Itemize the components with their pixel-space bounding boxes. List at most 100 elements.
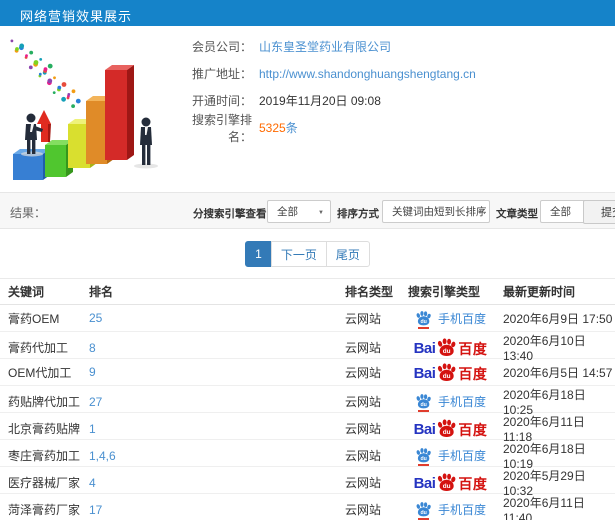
update-time-cell: 2020年6月5日 14:57: [503, 365, 613, 380]
engine-cell: du 手机百度: [403, 447, 498, 466]
keyword-cell: 膏药代加工: [8, 341, 69, 355]
baidu-paw-du-text: du: [443, 348, 451, 355]
mobile-baidu-du-text: du: [420, 318, 426, 324]
table-row: 药贴牌代加工 27 云网站 du 手机百度 2020年6月18日 10:25: [0, 386, 615, 417]
engine-cell: du 手机百度: [403, 393, 498, 412]
rank-link[interactable]: 17: [89, 503, 102, 517]
keyword-cell: 枣庄膏药加工: [8, 449, 81, 463]
ranking-count-number: 5325: [259, 121, 286, 135]
baidu-logo-bai-text: Bai: [413, 475, 436, 492]
rank-type-cell: 云网站: [345, 422, 382, 436]
rank-type-cell: 云网站: [345, 365, 382, 380]
baidu-logo-cn-text: 百度: [458, 341, 488, 357]
promo-url-link[interactable]: http://www.shandonghuangshengtang.cn: [259, 67, 476, 81]
marketing-dashboard: 网络营销效果展示 会员公司： 山东皇圣堂药业有限公司 推广地址： http://…: [0, 0, 615, 520]
col-rank-type: 排名类型: [345, 285, 394, 299]
rank-link[interactable]: 1: [89, 422, 96, 436]
mobile-baidu-icon: du: [415, 310, 432, 329]
rank-link[interactable]: 25: [89, 311, 102, 325]
sort-filter-value: 关键词由短到长排序: [392, 206, 487, 218]
results-table-header: 关键词 排名 排名类型 搜索引擎类型 最新更新时间: [0, 278, 615, 305]
update-time-cell: 2020年6月10日 13:40: [503, 334, 586, 363]
up-arrow: [37, 110, 51, 142]
baidu-paw-icon: du: [438, 338, 456, 356]
result-label: 结果：: [10, 206, 47, 220]
top-title-bar: 网络营销效果展示: [0, 0, 615, 26]
next-page-button[interactable]: 下一页: [270, 241, 327, 267]
sort-filter-label: 排序方式: [337, 208, 379, 220]
table-row: 菏泽膏药厂家 17 云网站 du 手机百度 2020年6月11日 11:40: [0, 494, 615, 520]
baidu-paw-icon: du: [438, 473, 456, 491]
results-table: 关键词 排名 排名类型 搜索引擎类型 最新更新时间 膏药OEM 25 云网站 d…: [0, 278, 615, 520]
baidu-logo: Bai du 百度: [414, 473, 488, 492]
rank-type-cell: 云网站: [345, 449, 382, 463]
col-engine-type: 搜索引擎类型: [408, 285, 481, 299]
open-time-label: 开通时间：: [191, 94, 252, 108]
rank-cell: 1,4,6: [89, 447, 345, 465]
baidu-logo-cn-text: 百度: [458, 365, 488, 382]
baidu-logo: Bai du 百度: [414, 419, 488, 438]
promo-url-label: 推广地址：: [191, 67, 252, 81]
company-label: 会员公司：: [191, 40, 252, 54]
engine-cell: Bai du 百度: [403, 473, 498, 492]
mobile-baidu-underline: [417, 410, 429, 412]
open-time-value: 2019年11月20日 09:08: [259, 94, 381, 108]
submit-button[interactable]: 提交: [583, 200, 615, 224]
info-row-url: 推广地址： http://www.shandonghuangshengtang.…: [180, 60, 600, 87]
engine-cell: Bai du 百度: [403, 338, 498, 357]
rank-type-cell: 云网站: [345, 341, 382, 355]
rank-cell: 25: [89, 309, 345, 327]
rank-link[interactable]: 1,4,6: [89, 449, 116, 463]
filter-bar: 结果： 分搜索引擎查看 全部 ▼ 排序方式 关键词由短到长排序 ▼ 文章类型 全…: [0, 192, 615, 229]
mobile-baidu-du-text: du: [420, 456, 426, 462]
rank-cell: 4: [89, 474, 345, 492]
rank-link[interactable]: 8: [89, 341, 96, 355]
rank-cell: 1: [89, 420, 345, 438]
engine-cell: Bai du 百度: [403, 362, 498, 382]
growth-chart-illustration: [10, 39, 158, 180]
article-filter-value: 全部: [550, 206, 571, 218]
rank-type-cell: 云网站: [345, 311, 382, 326]
mobile-baidu-du-text: du: [420, 510, 426, 516]
table-row: 膏药OEM 25 云网站 du 手机百度 2020年6月9日 17:50: [0, 305, 615, 332]
mobile-baidu-badge: du 手机百度: [415, 501, 486, 520]
baidu-logo-cn-text: 百度: [458, 422, 488, 438]
baidu-logo-bai-text: Bai: [413, 340, 436, 357]
table-row: OEM代加工 9 云网站 Bai du 百度 2020年6月5日 14:57: [0, 359, 615, 386]
table-row: 北京膏药贴牌 1 云网站 Bai du 百度 2020年6月11日 11:18: [0, 413, 615, 444]
baidu-logo-bai-text: Bai: [413, 421, 436, 438]
rank-link[interactable]: 9: [89, 365, 96, 379]
table-row: 枣庄膏药加工 1,4,6 云网站 du 手机百度 2020年6月18日 10:1…: [0, 440, 615, 471]
rank-link[interactable]: 4: [89, 476, 96, 490]
ranking-count-link[interactable]: 5325条: [259, 119, 298, 136]
rank-cell: 17: [89, 501, 345, 519]
baidu-logo: Bai du 百度: [413, 362, 488, 382]
col-update-time: 最新更新时间: [503, 285, 576, 299]
baidu-logo: Bai du 百度: [414, 338, 488, 357]
article-filter-label: 文章类型: [496, 208, 538, 220]
sort-filter-select[interactable]: 关键词由短到长排序 ▼: [382, 200, 490, 223]
mobile-baidu-label: 手机百度: [437, 311, 486, 326]
keyword-cell: 医疗器械厂家: [8, 476, 81, 490]
col-rank: 排名: [89, 285, 114, 299]
company-name-link[interactable]: 山东皇圣堂药业有限公司: [259, 38, 391, 55]
last-page-button[interactable]: 尾页: [325, 241, 370, 267]
company-info-panel: 会员公司： 山东皇圣堂药业有限公司 推广地址： http://www.shand…: [180, 33, 600, 144]
rank-cell: 9: [89, 363, 345, 381]
table-row: 膏药代加工 8 云网站 Bai du 百度 2020年6月10日 13:40: [0, 332, 615, 363]
keyword-cell: 北京膏药贴牌: [8, 422, 81, 436]
rank-type-cell: 云网站: [345, 503, 382, 517]
mobile-baidu-icon: du: [415, 393, 432, 412]
mobile-baidu-icon: du: [415, 501, 432, 520]
engine-filter-select[interactable]: 全部 ▼: [267, 200, 331, 223]
rank-link[interactable]: 27: [89, 395, 102, 409]
ranking-count-label: 搜索引擎排名：: [191, 112, 252, 144]
confetti-dots: [10, 39, 81, 108]
baidu-paw-du-text: du: [443, 429, 451, 436]
baidu-logo-bai-text: Bai: [413, 364, 436, 382]
col-keyword: 关键词: [8, 285, 45, 299]
info-row-company: 会员公司： 山东皇圣堂药业有限公司: [180, 33, 600, 60]
page-1-button[interactable]: 1: [245, 241, 272, 267]
update-time-cell: 2020年6月9日 17:50: [503, 311, 613, 326]
keyword-cell: OEM代加工: [8, 365, 72, 380]
